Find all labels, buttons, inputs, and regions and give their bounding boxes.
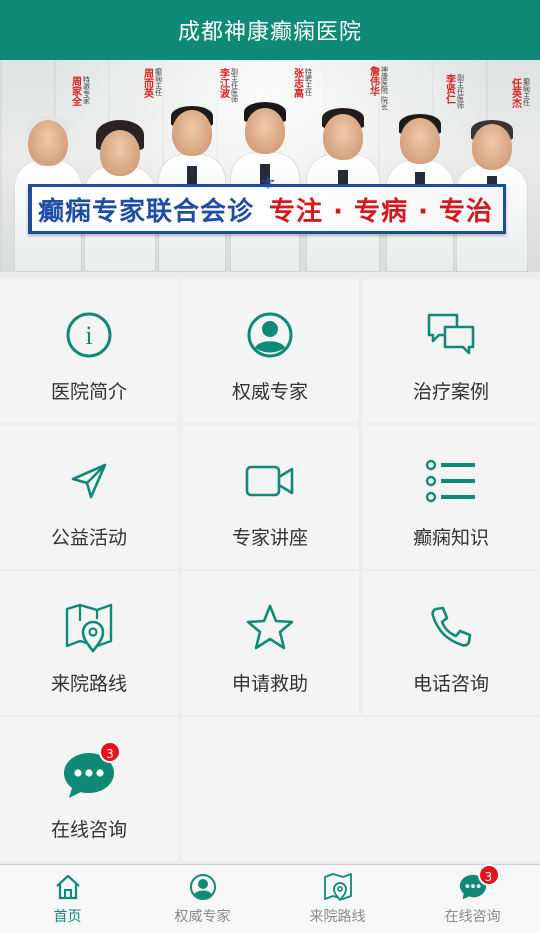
doctor-name-card: 李贤仁 副主任医师 [440,74,468,109]
bottom-tab-bar: 首页 权威专家 来院路线 3 在线咨询 [0,864,540,933]
doctor-title: 副主任医师 [230,68,239,103]
menu-item-label: 权威专家 [231,381,308,403]
tab-label: 权威专家 [174,909,231,925]
menu-grid: i 医院简介 权威专家 治疗案例 公益活动 专家讲座 癫痫知识 来院路线 申请救… [0,279,540,863]
video-camera-icon [244,455,296,507]
notification-badge: 3 [477,864,500,886]
doctor-title: 副主任医师 [456,74,465,109]
doctor-name: 李江波 [217,68,229,98]
doctor-name: 周而英 [141,68,153,98]
doctor-name: 詹伟华 [367,66,379,96]
doctor-name-card: 周家全 特邀专家 [66,76,94,106]
star-icon [244,601,296,653]
banner-slogan: ⚜ 癫痫专家联合会诊 专注 · 专病 · 专治 [28,173,506,234]
tab-label: 在线咨询 [444,909,501,925]
chat-icon: 3 [61,741,121,803]
info-icon: i [63,309,115,361]
notification-badge: 3 [99,741,121,763]
tab-label: 首页 [53,909,82,925]
menu-item-experts[interactable]: 权威专家 [181,279,359,423]
banner-carousel[interactable]: 周家全 特邀专家 周而英 癫痫主任 李江波 副主任医师 张志高 特聘主任 詹伟华… [0,60,540,272]
list-icon [425,455,477,507]
app-header: 成都神康癫痫医院 [0,0,540,60]
doctor-title: 癫痫主任 [522,78,531,106]
doctor-name-card: 周而英 癫痫主任 [138,68,166,98]
doctor-title: 特聘主任 [304,68,313,96]
tab-label: 来院路线 [309,909,366,925]
doctor-title: 特邀专家 [82,76,91,104]
menu-item-label: 癫痫知识 [412,527,489,549]
slogan-left: 癫痫专家联合会诊 [38,196,255,227]
menu-item-label: 申请救助 [231,673,308,695]
menu-item-hospital-intro[interactable]: i 医院简介 [0,279,178,423]
menu-item-label: 专家讲座 [231,527,308,549]
menu-item-lectures[interactable]: 专家讲座 [181,425,359,569]
person-icon [244,309,296,361]
person-icon [188,872,218,902]
doctor-name-card: 任英杰 癫痫主任 [506,78,534,108]
menu-item-request-aid[interactable]: 申请救助 [181,571,359,715]
menu-item-online-consult[interactable]: 3 在线咨询 [0,717,178,861]
menu-item-label: 电话咨询 [412,673,489,695]
menu-item-label: 公益活动 [50,527,127,549]
fleur-icon: ⚜ [260,173,277,194]
map-icon [323,872,353,902]
doctor-name-card: 张志高 特聘主任 [288,68,316,98]
menu-empty-area [181,717,540,861]
map-pin-icon [63,601,115,653]
doctor-name-card: 詹伟华 神康医院 院长 [364,66,392,110]
menu-item-directions[interactable]: 来院路线 [0,571,178,715]
doctor-name: 任英杰 [509,78,521,108]
menu-item-label: 来院路线 [50,673,127,695]
doctor-title: 癫痫主任 [154,68,163,96]
menu-item-charity[interactable]: 公益活动 [0,425,178,569]
tab-directions[interactable]: 来院路线 [270,865,405,933]
menu-item-cases[interactable]: 治疗案例 [362,279,540,423]
send-icon [63,455,115,507]
svg-text:i: i [85,321,92,350]
page-title: 成都神康癫痫医院 [177,20,362,45]
slogan-right: 专注 · 专病 · 专治 [269,196,493,227]
doctor-name-card: 李江波 副主任医师 [214,68,242,103]
menu-item-knowledge[interactable]: 癫痫知识 [362,425,540,569]
menu-item-phone-consult[interactable]: 电话咨询 [362,571,540,715]
doctor-title: 神康医院 院长 [380,66,389,111]
doctor-name: 张志高 [291,68,303,98]
tab-home[interactable]: 首页 [0,865,135,933]
menu-item-label: 在线咨询 [50,819,127,841]
phone-icon [425,601,477,653]
tab-online-consult[interactable]: 3 在线咨询 [405,864,540,933]
tab-experts[interactable]: 权威专家 [135,865,270,933]
doctor-name: 李贤仁 [443,74,455,104]
home-icon [53,872,83,902]
chat-bubbles-icon [425,309,477,361]
doctor-name: 周家全 [69,76,81,106]
chat-icon: 3 [458,864,500,902]
menu-item-label: 医院简介 [50,381,127,403]
menu-item-label: 治疗案例 [412,381,489,403]
